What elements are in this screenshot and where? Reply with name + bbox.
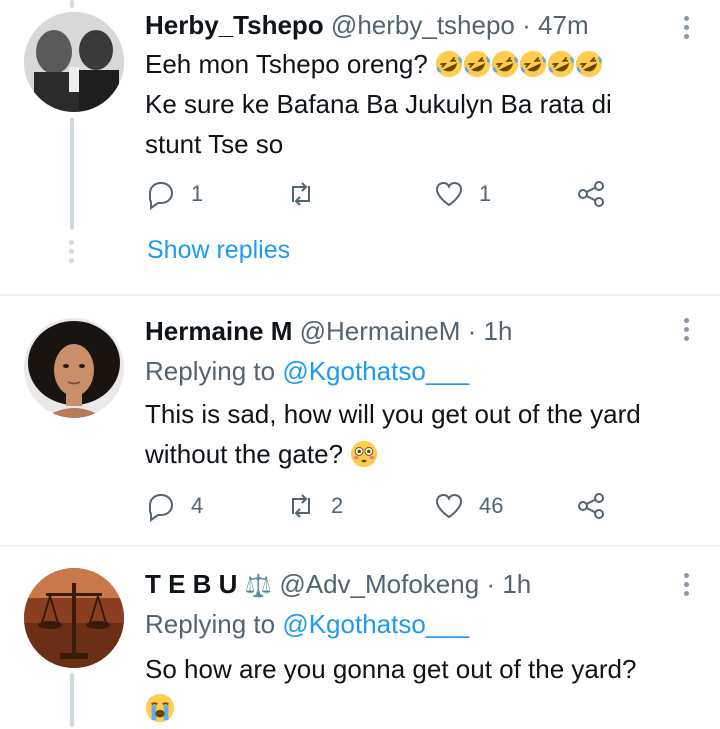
avatar-image bbox=[24, 12, 124, 112]
separator: · bbox=[486, 569, 496, 599]
timestamp[interactable]: 1h bbox=[502, 569, 531, 599]
text-line-2: Ke sure ke Bafana Ba Jukulyn Ba rata di bbox=[145, 89, 612, 119]
like-count: 1 bbox=[479, 181, 492, 206]
show-replies-link[interactable]: Show replies bbox=[147, 236, 290, 265]
flushed-face-emoji bbox=[351, 440, 378, 468]
tweet-herby[interactable]: Herby_Tshepo @herby_tshepo · 47m Eeh mon… bbox=[0, 0, 720, 296]
tweet-text: This is sad, how will you get out of the… bbox=[145, 394, 705, 474]
like-button[interactable]: 46 bbox=[433, 486, 503, 526]
avatar[interactable] bbox=[24, 318, 124, 418]
reply-count: 4 bbox=[191, 493, 204, 518]
reply-icon bbox=[149, 181, 174, 210]
rolling-on-floor-laughing-emoji bbox=[463, 50, 491, 78]
like-count: 46 bbox=[479, 493, 504, 518]
avatar-image bbox=[24, 318, 124, 418]
heart-icon bbox=[435, 181, 463, 207]
rolling-on-floor-laughing-emoji bbox=[547, 50, 575, 78]
thread-dots bbox=[69, 240, 75, 267]
retweet-button[interactable] bbox=[285, 174, 331, 214]
loudly-crying-face-emoji bbox=[145, 693, 175, 723]
retweet-button[interactable]: 2 bbox=[285, 486, 343, 526]
thread-line bbox=[70, 118, 74, 230]
replying-prefix: Replying to bbox=[145, 609, 276, 639]
tweet-tebu[interactable]: T E B U ⚖️ @Adv_Mofokeng · 1h Replying t… bbox=[0, 547, 720, 727]
separator: · bbox=[522, 10, 531, 40]
tweet-header: Herby_Tshepo @herby_tshepo · 47m bbox=[145, 10, 589, 40]
mention-link[interactable]: @Kgothatso___ bbox=[282, 356, 469, 386]
rolling-on-floor-laughing-emoji bbox=[519, 50, 547, 78]
display-name[interactable]: Hermaine M bbox=[145, 316, 292, 346]
text-line-2 bbox=[145, 689, 705, 729]
tweet-header: T E B U ⚖️ @Adv_Mofokeng · 1h bbox=[145, 569, 531, 601]
rolling-on-floor-laughing-emoji bbox=[491, 50, 519, 78]
heart-icon bbox=[435, 493, 463, 519]
share-button[interactable] bbox=[575, 486, 607, 526]
timestamp[interactable]: 47m bbox=[538, 10, 589, 40]
more-vertical-icon[interactable] bbox=[684, 16, 690, 43]
display-name[interactable]: T E B U bbox=[145, 569, 237, 599]
scales-badge-icon: ⚖️ bbox=[244, 573, 273, 598]
avatar[interactable] bbox=[24, 12, 124, 112]
reply-icon bbox=[149, 493, 174, 522]
tweet-hermaine[interactable]: Hermaine M @HermaineM · 1h Replying to @… bbox=[0, 296, 720, 546]
user-handle[interactable]: @Adv_Mofokeng bbox=[279, 569, 479, 599]
user-handle[interactable]: @HermaineM bbox=[300, 316, 461, 346]
more-vertical-icon[interactable] bbox=[684, 318, 690, 345]
rolling-on-floor-laughing-emoji bbox=[575, 50, 603, 78]
avatar-image bbox=[24, 568, 124, 668]
avatar[interactable] bbox=[24, 568, 124, 668]
share-icon bbox=[578, 181, 604, 207]
reply-button[interactable]: 1 bbox=[145, 174, 203, 214]
tweet-text: So how are you gonna get out of the yard… bbox=[145, 649, 705, 729]
timestamp[interactable]: 1h bbox=[484, 316, 513, 346]
mention-link[interactable]: @Kgothatso___ bbox=[282, 609, 469, 639]
reply-button[interactable]: 4 bbox=[145, 486, 203, 526]
replying-to: Replying to @Kgothatso___ bbox=[145, 356, 469, 386]
text-line-1: This is sad, how will you get out of the… bbox=[145, 399, 641, 429]
laughing-emoji-group bbox=[435, 49, 603, 79]
thread-line bbox=[70, 673, 74, 727]
text-line-3: stunt Tse so bbox=[145, 129, 284, 159]
action-bar: 1 1 bbox=[145, 174, 625, 214]
separator: · bbox=[467, 316, 477, 346]
more-vertical-icon[interactable] bbox=[684, 573, 690, 600]
retweet-icon bbox=[292, 182, 310, 206]
user-handle[interactable]: @herby_tshepo bbox=[331, 10, 515, 40]
text-line-1: Eeh mon Tshepo oreng? bbox=[145, 44, 705, 84]
action-bar: 4 2 46 bbox=[145, 486, 625, 526]
tweet-text: Eeh mon Tshepo oreng? Ke sure ke Bafana … bbox=[145, 44, 705, 164]
text-line-1: So how are you gonna get out of the yard… bbox=[145, 654, 637, 684]
replying-to: Replying to @Kgothatso___ bbox=[145, 609, 469, 639]
retweet-icon bbox=[292, 494, 310, 518]
retweet-count: 2 bbox=[331, 493, 344, 518]
display-name[interactable]: Herby_Tshepo bbox=[145, 10, 324, 40]
like-button[interactable]: 1 bbox=[433, 174, 491, 214]
share-button[interactable] bbox=[575, 174, 607, 214]
tweet-header: Hermaine M @HermaineM · 1h bbox=[145, 316, 512, 346]
rolling-on-floor-laughing-emoji bbox=[435, 50, 463, 78]
reply-count: 1 bbox=[191, 181, 204, 206]
text-line-2: without the gate? bbox=[145, 434, 705, 474]
share-icon bbox=[578, 493, 604, 519]
replying-prefix: Replying to bbox=[145, 356, 276, 386]
thread-line-top bbox=[70, 0, 74, 8]
